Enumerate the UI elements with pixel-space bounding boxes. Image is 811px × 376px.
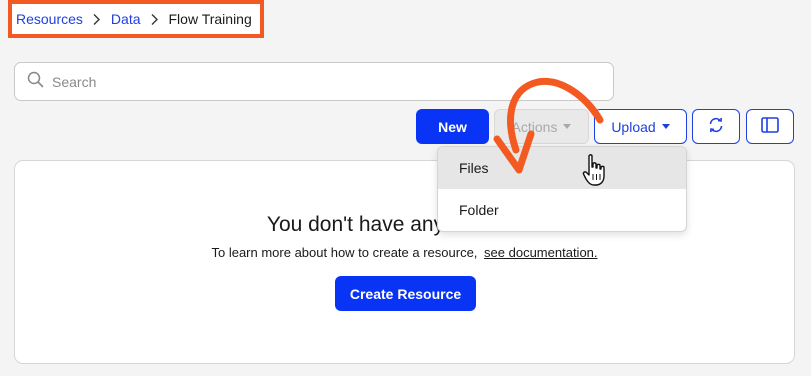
actions-label: Actions bbox=[511, 118, 558, 135]
upload-menu: Files Folder bbox=[437, 146, 687, 232]
breadcrumb-resources[interactable]: Resources bbox=[16, 11, 83, 27]
panel-icon bbox=[761, 117, 779, 136]
new-button[interactable]: New bbox=[416, 109, 489, 144]
menu-item-folder[interactable]: Folder bbox=[438, 189, 686, 231]
breadcrumb-current: Flow Training bbox=[168, 11, 252, 27]
empty-state-description: To learn more about how to create a reso… bbox=[211, 245, 478, 260]
panel-toggle-button[interactable] bbox=[746, 109, 794, 144]
refresh-icon bbox=[707, 116, 725, 137]
refresh-button[interactable] bbox=[692, 109, 740, 144]
empty-state-text: To learn more about how to create a reso… bbox=[15, 245, 794, 260]
documentation-link[interactable]: see documentation. bbox=[484, 245, 597, 260]
search-input[interactable] bbox=[52, 73, 592, 90]
breadcrumb-data[interactable]: Data bbox=[111, 11, 141, 27]
caret-down-icon bbox=[563, 124, 572, 129]
create-resource-button[interactable]: Create Resource bbox=[335, 276, 476, 311]
chevron-right-icon bbox=[83, 13, 111, 26]
caret-down-icon bbox=[661, 124, 670, 129]
search-icon bbox=[27, 71, 44, 93]
upload-label: Upload bbox=[611, 118, 656, 135]
chevron-right-icon bbox=[141, 13, 169, 26]
search-bar[interactable] bbox=[14, 62, 614, 101]
actions-button[interactable]: Actions bbox=[494, 109, 589, 144]
breadcrumb: Resources Data Flow Training bbox=[8, 0, 264, 38]
upload-button[interactable]: Upload bbox=[594, 109, 687, 144]
menu-item-files[interactable]: Files bbox=[438, 147, 686, 189]
